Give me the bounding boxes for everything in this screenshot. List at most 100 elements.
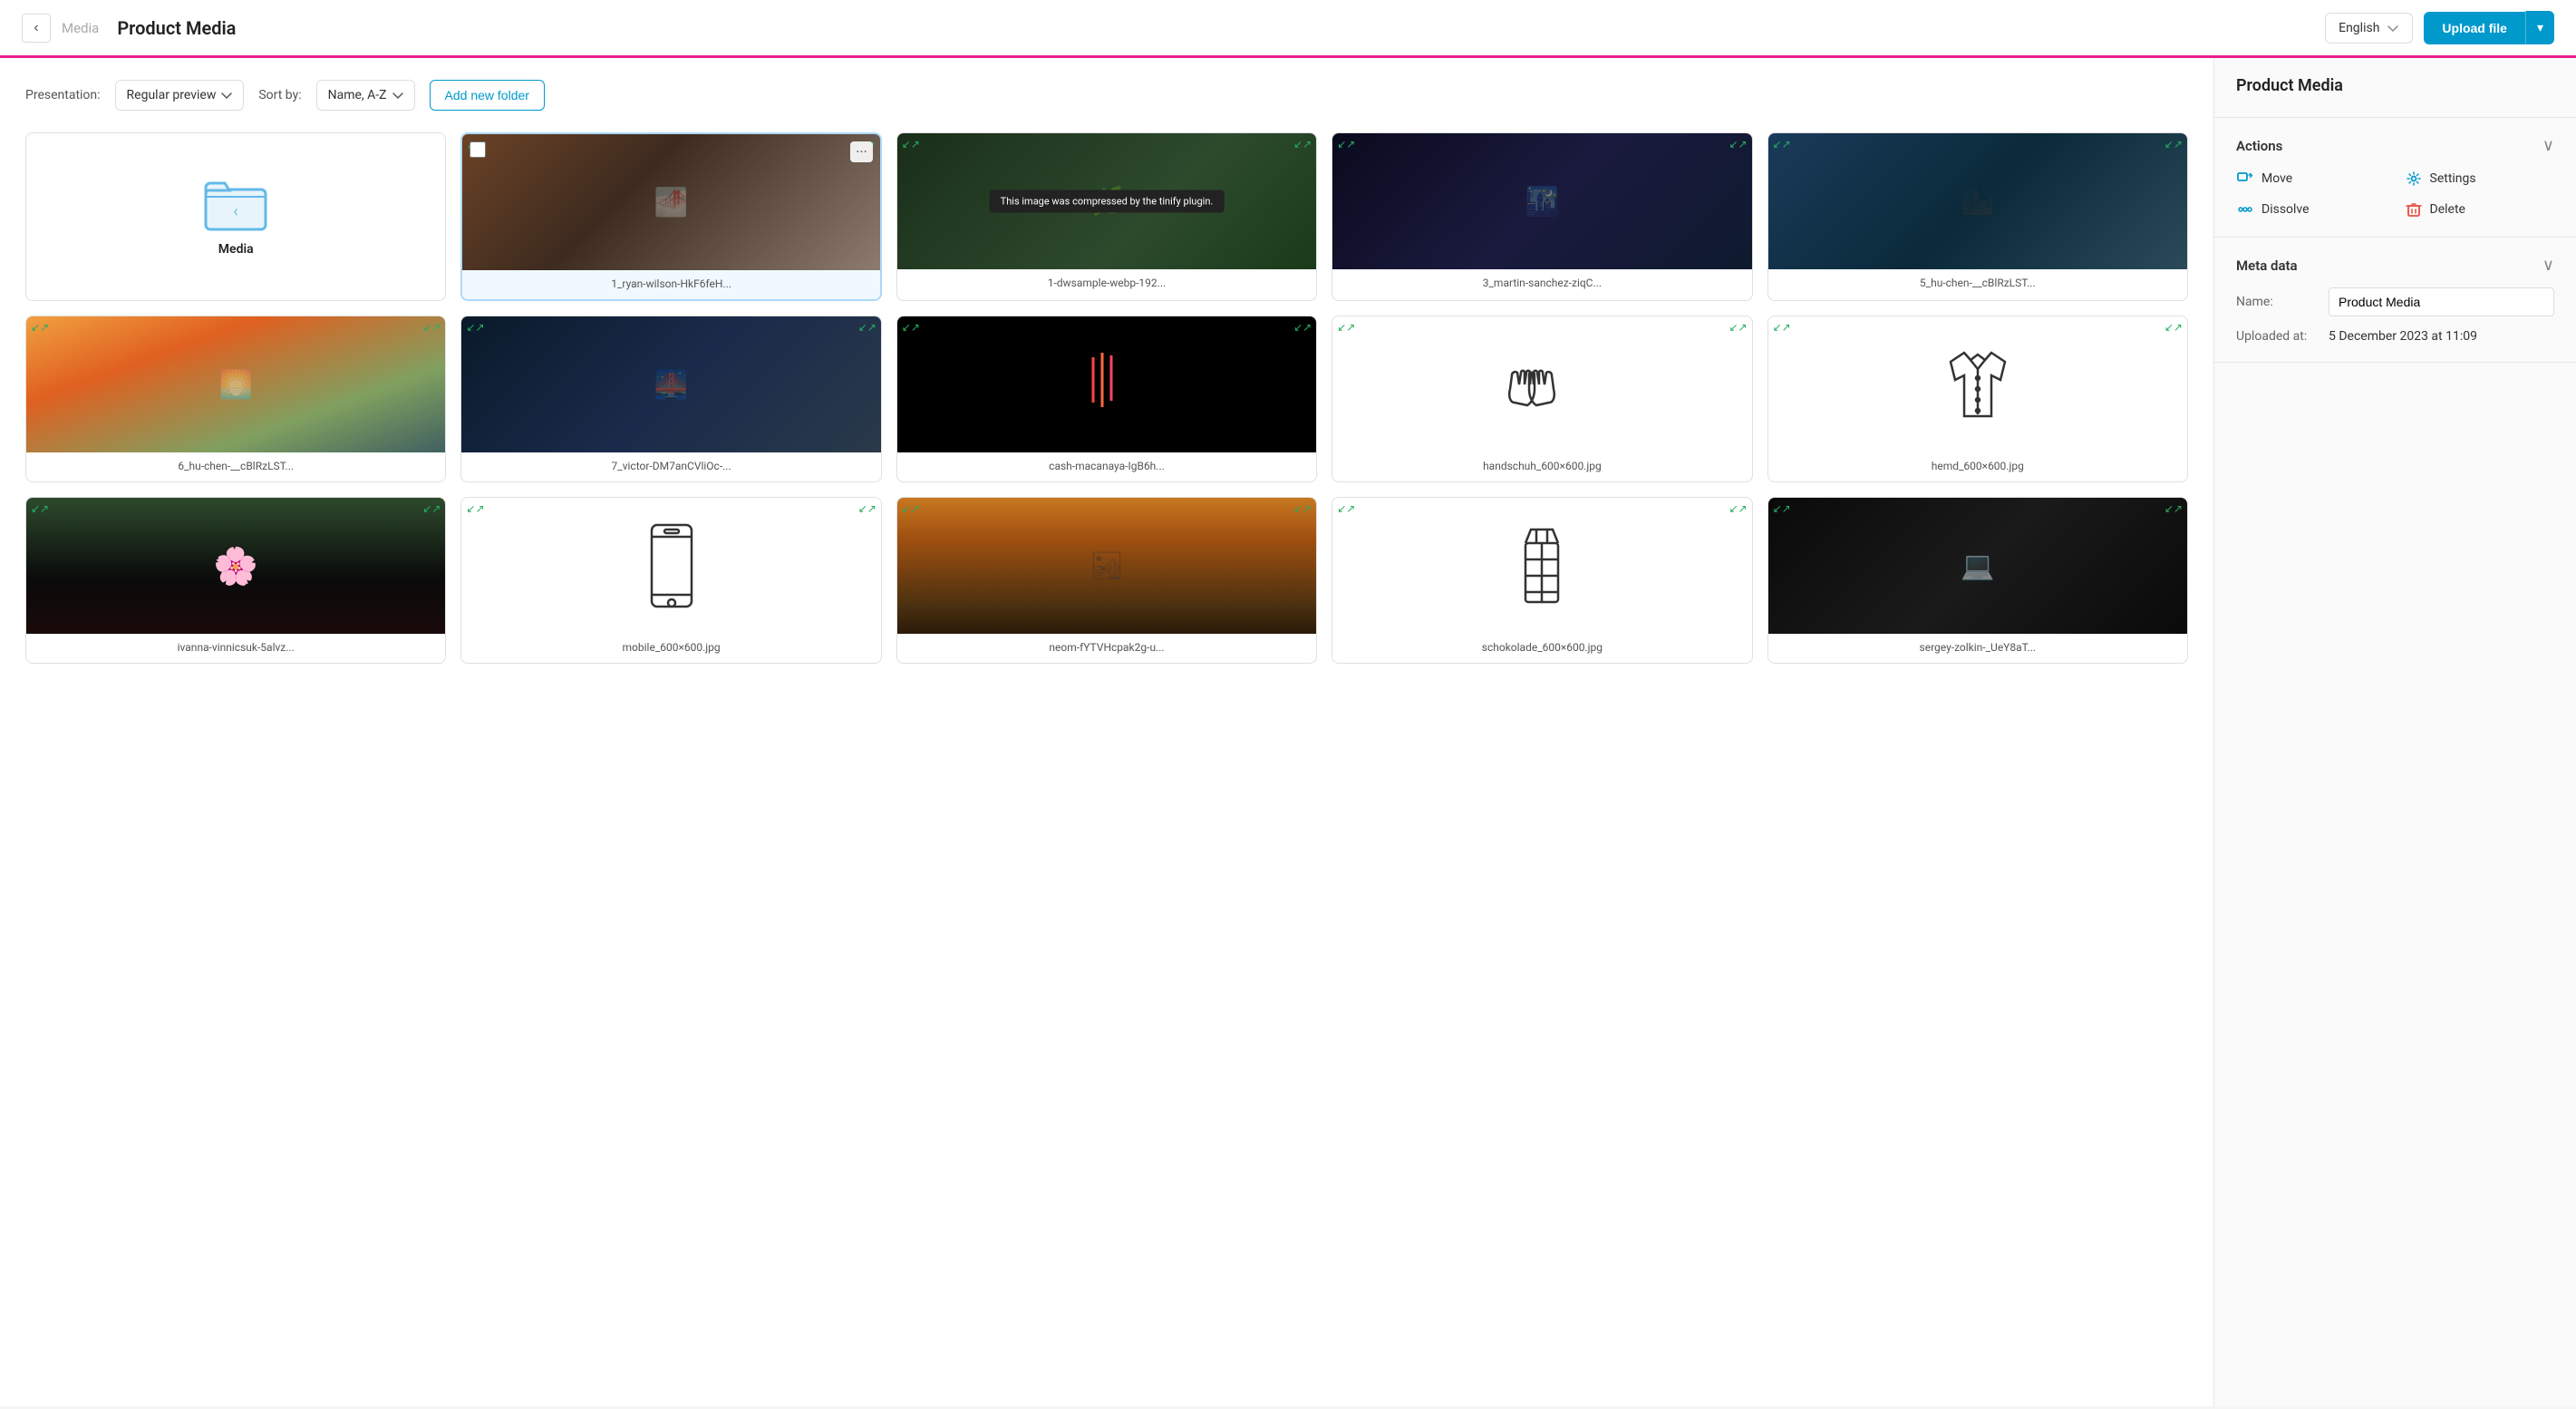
sort-select[interactable]: Name, A-Z [316,80,415,111]
meta-header[interactable]: Meta data ∨ [2236,256,2554,275]
actions-label: Actions [2236,138,2282,154]
media-item-name: handschuh_600×600.jpg [1332,452,1751,481]
settings-icon [2405,170,2423,188]
name-meta-label: Name: [2236,295,2318,309]
media-item[interactable]: ↙↗ ↙↗ 🌁 ··· 1_ryan-wilson-HkF6feH... [460,132,881,301]
media-item[interactable]: ↙↗ ↙↗ 🌸 ivanna-vinnicsuk-5alvz... [25,497,446,664]
media-item-name: ivanna-vinnicsuk-5alvz... [26,634,445,663]
media-item-name: 1_ryan-wilson-HkF6feH... [462,270,879,299]
media-item[interactable]: ↙↗ ↙↗ 🏙 5_hu-chen-__cBlRzLST... [1767,132,2188,301]
neon-figure-illustration [1080,348,1134,421]
actions-section: Actions ∨ Move Settings [2214,118,2576,238]
media-item[interactable]: ↙↗ ↙↗ schokolade_600×600.jpg [1332,497,1752,664]
media-item-name: 5_hu-chen-__cBlRzLST... [1768,269,2187,298]
chocolate-icon [1515,525,1569,607]
meta-label: Meta data [2236,258,2298,274]
media-item-name: 7_victor-DM7anCVliOc-... [461,452,880,481]
uploaded-meta-value: 5 December 2023 at 11:09 [2329,329,2477,344]
language-selector[interactable]: English [2325,13,2413,44]
content-area: Presentation: Regular preview Sort by: N… [0,58,2213,1406]
sort-label: Sort by: [258,88,301,102]
upload-dropdown-button[interactable]: ▾ [2525,11,2554,44]
media-item-name: 3_martin-sanchez-ziqC... [1332,269,1751,298]
media-item-name: mobile_600×600.jpg [461,634,880,663]
gloves-icon [1501,353,1583,416]
move-action[interactable]: Move [2236,170,2387,188]
delete-action[interactable]: Delete [2405,200,2555,219]
metadata-section: Meta data ∨ Name: Uploaded at: 5 Decembe… [2214,238,2576,363]
media-item-name: cash-macanaya-IgB6h... [897,452,1316,481]
shirt-icon [1942,344,2014,425]
delete-label: Delete [2430,202,2465,217]
delete-icon [2405,200,2423,219]
add-new-folder-button[interactable]: Add new folder [430,80,545,111]
expand-arrows-tr: ↙↗ [2164,321,2183,334]
media-item-checkbox[interactable] [470,141,486,158]
breadcrumb: Media [62,20,99,36]
expand-arrows-tr: ↙↗ [858,502,876,515]
toolbar: Presentation: Regular preview Sort by: N… [25,80,2188,111]
media-item-name: 6_hu-chen-__cBlRzLST... [26,452,445,481]
folder-name: Media [218,242,254,257]
sort-value: Name, A-Z [328,88,387,102]
actions-chevron-icon: ∨ [2542,136,2554,155]
phone-icon [644,520,699,611]
media-grid: ‹ Media ↙↗ ↙↗ 🌁 ··· 1_ryan-wilson-HkF [25,132,2188,664]
panel-title: Product Media [2236,76,2554,95]
panel-title-section: Product Media [2214,58,2576,118]
actions-grid: Move Settings [2236,170,2554,219]
settings-label: Settings [2430,171,2476,186]
meta-chevron-icon: ∨ [2542,256,2554,275]
expand-arrows-tr: ↙↗ [1729,321,1747,334]
move-icon [2236,170,2254,188]
media-item-name: schokolade_600×600.jpg [1332,634,1751,663]
expand-arrows-tl: ↙↗ [1773,321,1791,334]
expand-arrows-tl: ↙↗ [1337,321,1355,334]
tooltip: This image was compressed by the tinify … [990,190,1225,213]
expand-arrows-tl: ↙↗ [1337,502,1355,515]
folder-icon: ‹ [204,177,267,231]
move-label: Move [2261,171,2292,186]
media-item-name: sergey-zolkin-_UeY8aT... [1768,634,2187,663]
media-item[interactable]: ↙↗ ↙↗ handschuh_600×600.jpg [1332,316,1752,482]
presentation-value: Regular preview [127,88,217,102]
media-item[interactable]: ↙↗ ↙↗ 🌿 This image was compressed by the… [896,132,1317,301]
media-item[interactable]: ↙↗ ↙↗ 🏜 neom-fYTVHcpak2g-u... [896,497,1317,664]
right-panel: Product Media Actions ∨ Move [2213,58,2576,1406]
back-button[interactable]: ‹ [22,14,51,43]
name-meta-input[interactable] [2329,287,2554,316]
actions-header[interactable]: Actions ∨ [2236,136,2554,155]
uploaded-meta-row: Uploaded at: 5 December 2023 at 11:09 [2236,329,2554,344]
settings-action[interactable]: Settings [2405,170,2555,188]
media-item-menu-button[interactable]: ··· [850,141,873,162]
media-item[interactable]: ↙↗ ↙↗ 🌉 7_victor-DM7anCVliOc-... [460,316,881,482]
sort-chevron-icon [392,90,403,101]
media-item-name: hemd_600×600.jpg [1768,452,2187,481]
folder-item[interactable]: ‹ Media [25,132,446,301]
presentation-chevron-icon [221,90,232,101]
media-item-name: 1-dwsample-webp-192... [897,269,1316,298]
media-item[interactable]: ↙↗ ↙↗ 🌅 6_hu-chen-__cBlRzLST... [25,316,446,482]
uploaded-meta-label: Uploaded at: [2236,329,2318,344]
upload-file-button[interactable]: Upload file [2424,12,2525,44]
media-item[interactable]: ↙↗ ↙↗ he [1767,316,2188,482]
presentation-select[interactable]: Regular preview [115,80,245,111]
media-item[interactable]: ↙↗ ↙↗ 💻 sergey-zolkin-_UeY8aT... [1767,497,2188,664]
main-layout: Presentation: Regular preview Sort by: N… [0,58,2576,1406]
page-title: Product Media [117,17,236,39]
dissolve-label: Dissolve [2261,202,2310,217]
language-label: English [2339,21,2379,35]
dissolve-icon [2236,200,2254,219]
media-item[interactable]: ↙↗ ↙↗ 🌃 3_martin-sanchez-ziqC... [1332,132,1752,301]
app-header: ‹ Media Product Media English Upload fil… [0,0,2576,58]
chevron-down-icon [2387,22,2399,34]
upload-button-group: Upload file ▾ [2424,11,2554,44]
expand-arrows-tr: ↙↗ [1729,502,1747,515]
media-item-name: neom-fYTVHcpak2g-u... [897,634,1316,663]
media-item[interactable]: ↙↗ ↙↗ mobile_600×600.jpg [460,497,881,664]
dissolve-action[interactable]: Dissolve [2236,200,2387,219]
svg-text:‹: ‹ [233,202,237,221]
presentation-label: Presentation: [25,88,101,102]
media-item[interactable]: ↙↗ ↙↗ cash-macanaya-IgB6h... [896,316,1317,482]
expand-arrows-tl: ↙↗ [466,502,484,515]
